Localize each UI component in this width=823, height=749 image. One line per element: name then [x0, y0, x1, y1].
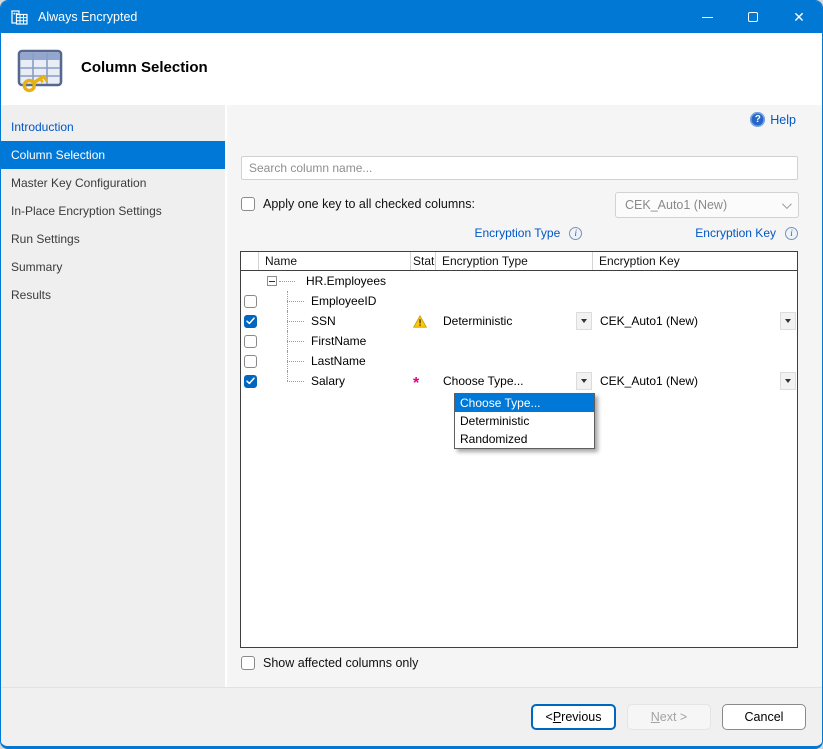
- title-bar[interactable]: Always Encrypted ✕: [1, 1, 822, 33]
- row-checkbox[interactable]: [244, 295, 257, 308]
- minimize-button[interactable]: [684, 1, 730, 33]
- sidebar-item-master-key-configuration[interactable]: Master Key Configuration: [1, 169, 225, 197]
- dropdown-arrow-icon: [581, 319, 587, 323]
- window-title: Always Encrypted: [38, 10, 137, 24]
- apply-one-key-label: Apply one key to all checked columns:: [263, 197, 475, 211]
- sidebar-item-in-place-encryption-settings[interactable]: In-Place Encryption Settings: [1, 197, 225, 225]
- table-key-icon: [15, 44, 65, 99]
- help-link[interactable]: ? Help: [750, 112, 796, 127]
- info-icon[interactable]: i: [785, 227, 798, 240]
- column-selection-panel: ? Help Apply one key to all checked colu…: [229, 105, 822, 687]
- row-checkbox[interactable]: [244, 375, 257, 388]
- help-label: Help: [770, 113, 796, 127]
- maximize-icon: [748, 12, 758, 22]
- table-row-firstname: FirstName: [241, 331, 797, 351]
- column-name-label: EmployeeID: [311, 294, 376, 308]
- column-name-label: SSN: [311, 314, 336, 328]
- sidebar-item-run-settings[interactable]: Run Settings: [1, 225, 225, 253]
- search-input[interactable]: [241, 156, 798, 180]
- info-icon[interactable]: i: [569, 227, 582, 240]
- dropdown-item-choose-type[interactable]: Choose Type...: [455, 394, 594, 412]
- table-row-salary: Salary * Choose Type... CEK_Auto1 (New): [241, 371, 797, 391]
- encryption-type-value: Choose Type...: [436, 374, 524, 388]
- tree-line: [279, 281, 295, 282]
- table-row-lastname: LastName: [241, 351, 797, 371]
- checkmark-icon: [247, 378, 254, 383]
- tree-line: [287, 341, 304, 342]
- tree-line: [287, 301, 304, 302]
- apply-one-key-checkbox[interactable]: [241, 197, 255, 211]
- table-row-ssn: SSN Deterministic CEK_Auto1 (New): [241, 311, 797, 331]
- grid-header-encryption-key[interactable]: Encryption Key: [593, 252, 797, 270]
- tree-line: [287, 321, 304, 322]
- table-row-employeeid: EmployeeID: [241, 291, 797, 311]
- next-button[interactable]: Next >: [627, 704, 711, 730]
- grid-header-checkbox-column: [241, 252, 259, 270]
- checkmark-icon: [247, 318, 254, 323]
- grid-header-state[interactable]: State: [411, 252, 436, 270]
- encryption-key-dropdown-button[interactable]: [780, 372, 796, 390]
- grid-header-row: Name State Encryption Type Encryption Ke…: [241, 252, 797, 271]
- encryption-type-link[interactable]: Encryption Type: [474, 226, 560, 240]
- wizard-steps-sidebar: Introduction Column Selection Master Key…: [1, 105, 227, 687]
- close-icon: ✕: [793, 10, 805, 24]
- grid-header-name[interactable]: Name: [259, 252, 411, 270]
- wizard-header: Column Selection: [1, 33, 822, 105]
- required-icon: *: [413, 376, 419, 392]
- page-title: Column Selection: [81, 59, 208, 76]
- show-affected-columns-label: Show affected columns only: [263, 656, 418, 670]
- sidebar-item-summary[interactable]: Summary: [1, 253, 225, 281]
- tree-collapse-icon[interactable]: [267, 276, 277, 286]
- dropdown-item-randomized[interactable]: Randomized: [455, 430, 594, 448]
- wizard-footer: < Previous Next > Cancel: [1, 687, 822, 746]
- row-checkbox[interactable]: [244, 315, 257, 328]
- encryption-type-dropdown-button[interactable]: [576, 372, 592, 390]
- help-icon: ?: [750, 112, 765, 127]
- encryption-key-value: CEK_Auto1 (New): [593, 314, 698, 328]
- close-button[interactable]: ✕: [776, 1, 822, 33]
- tree-line: [287, 361, 304, 362]
- chevron-down-icon: [782, 199, 792, 209]
- column-name-label: Salary: [311, 374, 345, 388]
- sidebar-item-introduction[interactable]: Introduction: [1, 113, 225, 141]
- dropdown-arrow-icon: [785, 319, 791, 323]
- encryption-type-dropdown-button[interactable]: [576, 312, 592, 330]
- dropdown-arrow-icon: [581, 379, 587, 383]
- dropdown-item-deterministic[interactable]: Deterministic: [455, 412, 594, 430]
- encryption-key-value: CEK_Auto1 (New): [593, 374, 698, 388]
- app-icon: [11, 9, 28, 26]
- tree-line: [287, 381, 304, 382]
- cek-combo: CEK_Auto1 (New): [615, 192, 799, 218]
- tree-line: [287, 371, 288, 381]
- row-checkbox[interactable]: [244, 355, 257, 368]
- column-name-label: FirstName: [311, 334, 366, 348]
- minimize-icon: [702, 17, 713, 18]
- encryption-type-value: Deterministic: [436, 314, 512, 328]
- columns-grid: Name State Encryption Type Encryption Ke…: [240, 251, 798, 648]
- grid-header-encryption-type[interactable]: Encryption Type: [436, 252, 593, 270]
- maximize-button[interactable]: [730, 1, 776, 33]
- dropdown-arrow-icon: [785, 379, 791, 383]
- show-affected-columns-checkbox[interactable]: [241, 656, 255, 670]
- encryption-key-dropdown-button[interactable]: [780, 312, 796, 330]
- column-name-label: LastName: [311, 354, 366, 368]
- encryption-key-link[interactable]: Encryption Key: [695, 226, 776, 240]
- table-name-label: HR.Employees: [306, 274, 386, 288]
- encryption-type-dropdown-list: Choose Type... Deterministic Randomized: [454, 393, 595, 449]
- sidebar-item-results[interactable]: Results: [1, 281, 225, 309]
- cek-combo-value: CEK_Auto1 (New): [625, 198, 727, 212]
- sidebar-item-column-selection[interactable]: Column Selection: [1, 141, 225, 169]
- warning-icon: [413, 315, 427, 328]
- cancel-button[interactable]: Cancel: [722, 704, 806, 730]
- always-encrypted-dialog: Always Encrypted ✕: [0, 0, 823, 749]
- table-row-hr-employees: HR.Employees: [241, 271, 797, 291]
- row-checkbox[interactable]: [244, 335, 257, 348]
- previous-button[interactable]: < Previous: [531, 704, 616, 730]
